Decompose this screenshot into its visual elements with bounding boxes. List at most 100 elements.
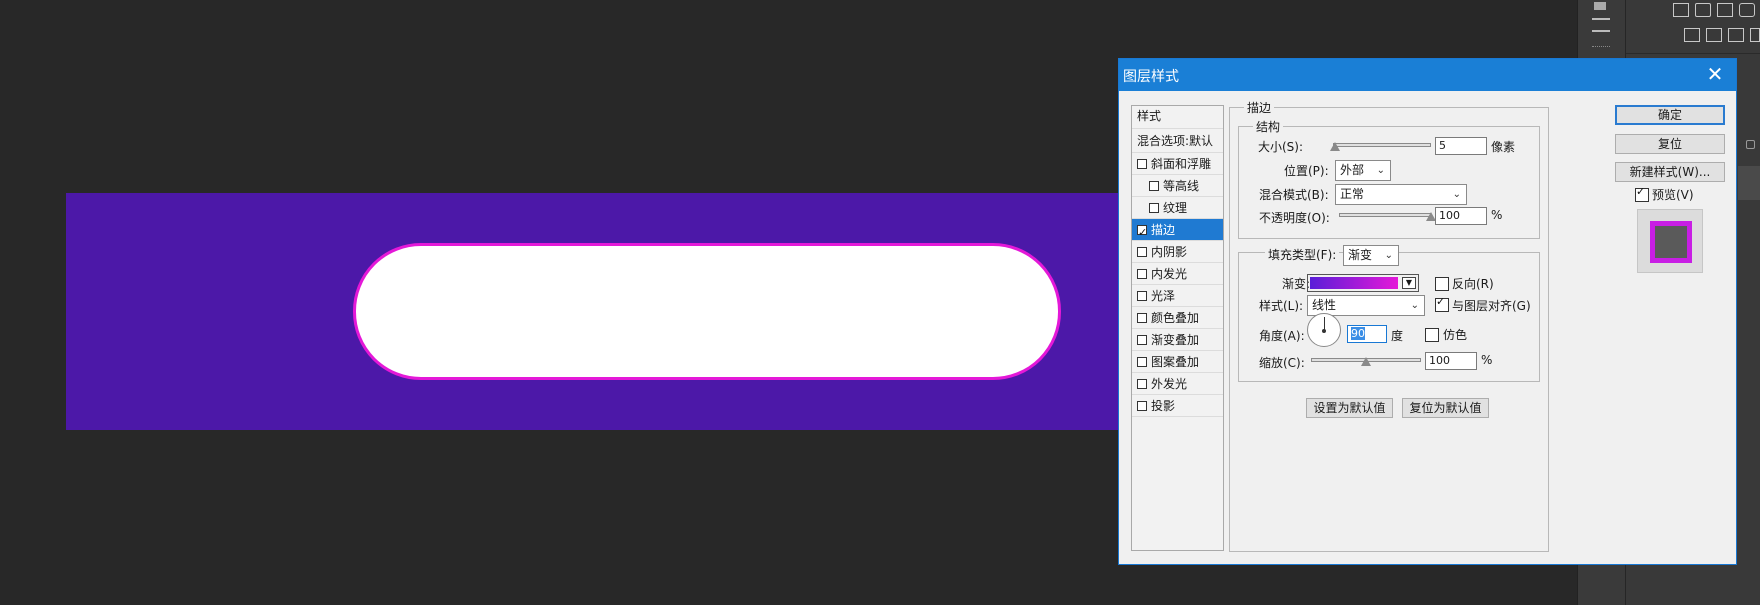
opacity-label: 不透明度(O): xyxy=(1259,211,1330,225)
style-item-label: 光泽 xyxy=(1151,289,1176,303)
blend-mode-select[interactable]: 正常 ⌄ xyxy=(1335,184,1467,205)
new-style-button[interactable]: 新建样式(W)... xyxy=(1615,162,1725,182)
scale-unit: % xyxy=(1481,353,1493,367)
style-item-label: 纹理 xyxy=(1163,201,1188,215)
style-item[interactable]: 内阴影 xyxy=(1132,241,1223,263)
chevron-down-icon: ⌄ xyxy=(1410,300,1419,311)
size-input[interactable]: 5 xyxy=(1435,137,1487,155)
style-item-checkbox[interactable] xyxy=(1137,379,1147,389)
style-item-checkbox[interactable] xyxy=(1137,269,1147,279)
style-item-checkbox[interactable] xyxy=(1137,247,1147,257)
style-item[interactable]: 光泽 xyxy=(1132,285,1223,307)
align-with-layer-checkbox[interactable] xyxy=(1435,295,1449,312)
panel-divider xyxy=(1626,53,1760,54)
dialog-titlebar[interactable]: 图层样式 ✕ xyxy=(1119,59,1736,91)
fill-type-select[interactable]: 渐变 ⌄ xyxy=(1343,245,1399,266)
scale-slider-thumb[interactable] xyxy=(1361,357,1371,366)
dialog-title: 图层样式 xyxy=(1123,69,1179,85)
gradient-label: 渐变: xyxy=(1282,277,1311,291)
style-item-label: 等高线 xyxy=(1163,179,1200,193)
angle-unit: 度 xyxy=(1391,329,1404,343)
reset-default-button[interactable]: 复位为默认值 xyxy=(1402,398,1489,418)
set-default-button[interactable]: 设置为默认值 xyxy=(1306,398,1393,418)
style-list-header[interactable]: 样式 xyxy=(1132,106,1223,129)
opacity-slider-track[interactable] xyxy=(1339,213,1431,217)
preview-checkbox[interactable] xyxy=(1635,185,1649,202)
camera-icon[interactable] xyxy=(1739,3,1755,17)
style-item-checkbox[interactable] xyxy=(1149,203,1159,213)
opacity-unit: % xyxy=(1491,208,1503,222)
size-slider-track[interactable] xyxy=(1333,143,1431,147)
style-item-checkbox[interactable] xyxy=(1137,313,1147,323)
layers-icon[interactable] xyxy=(1673,3,1689,17)
size-slider-thumb[interactable] xyxy=(1329,142,1340,151)
balance-icon[interactable] xyxy=(1695,3,1711,17)
style-item[interactable]: 颜色叠加 xyxy=(1132,307,1223,329)
stroke-section-title: 描边 xyxy=(1244,99,1275,116)
position-select[interactable]: 外部 ⌄ xyxy=(1335,160,1391,181)
adjust-sliders-icon[interactable] xyxy=(1592,18,1610,32)
reset-button[interactable]: 复位 xyxy=(1615,134,1725,154)
style-item[interactable]: 渐变叠加 xyxy=(1132,329,1223,351)
blend-options-item[interactable]: 混合选项:默认 xyxy=(1132,129,1223,153)
style-item[interactable]: 投影 xyxy=(1132,395,1223,417)
layer-row[interactable] xyxy=(1738,166,1760,200)
style-item[interactable]: 描边 xyxy=(1132,219,1223,241)
style-item[interactable]: 图案叠加 xyxy=(1132,351,1223,373)
structure-title: 结构 xyxy=(1253,118,1284,135)
pattern-icon[interactable] xyxy=(1750,28,1760,42)
fill-group: 填充类型(F): 渐变 ⌄ 渐变: ▼ 反向(R) 样式(L): 线性 ⌄ 与图… xyxy=(1238,245,1540,382)
style-item-checkbox[interactable] xyxy=(1137,335,1147,345)
style-item-label: 渐变叠加 xyxy=(1151,333,1200,347)
gradient-map-icon[interactable] xyxy=(1706,28,1722,42)
angle-dial[interactable] xyxy=(1307,313,1341,347)
angle-dial-center xyxy=(1322,329,1326,333)
photo-filter-icon[interactable] xyxy=(1728,28,1744,42)
gradient-picker[interactable]: ▼ xyxy=(1307,274,1419,292)
style-item-checkbox[interactable] xyxy=(1137,222,1147,240)
style-item-checkbox[interactable] xyxy=(1137,357,1147,367)
image-icon[interactable] xyxy=(1684,28,1700,42)
ok-button[interactable]: 确定 xyxy=(1615,105,1725,125)
dither-label: 仿色 xyxy=(1443,328,1468,342)
panel-icon[interactable] xyxy=(1717,3,1733,17)
chevron-down-icon: ⌄ xyxy=(1376,165,1385,176)
grip-icon xyxy=(1592,46,1610,49)
scale-label: 缩放(C): xyxy=(1259,356,1305,370)
blend-mode-value: 正常 xyxy=(1340,187,1365,201)
reverse-checkbox[interactable] xyxy=(1435,277,1449,291)
chevron-down-icon: ⌄ xyxy=(1452,189,1461,200)
style-item-checkbox[interactable] xyxy=(1137,291,1147,301)
style-item-label: 图案叠加 xyxy=(1151,355,1200,369)
angle-label: 角度(A): xyxy=(1259,329,1305,343)
chevron-down-icon: ⌄ xyxy=(1384,250,1393,261)
layer-style-dialog: 图层样式 ✕ 样式 混合选项:默认 斜面和浮雕等高线纹理描边内阴影内发光光泽颜色… xyxy=(1118,58,1737,565)
reverse-label: 反向(R) xyxy=(1452,277,1494,291)
opacity-input[interactable]: 100 xyxy=(1435,207,1487,225)
style-item[interactable]: 外发光 xyxy=(1132,373,1223,395)
style-item[interactable]: 纹理 xyxy=(1132,197,1223,219)
angle-input[interactable]: 90 xyxy=(1347,325,1387,343)
style-item-label: 投影 xyxy=(1151,399,1176,413)
stroke-group: 描边 结构 大小(S): 5 像素 位置(P): 外部 ⌄ 混合模式(B): 正… xyxy=(1229,99,1549,552)
preview-swatch xyxy=(1650,221,1692,263)
style-item[interactable]: 内发光 xyxy=(1132,263,1223,285)
style-item-label: 外发光 xyxy=(1151,377,1188,391)
close-icon[interactable]: ✕ xyxy=(1704,63,1726,85)
style-item-checkbox[interactable] xyxy=(1149,181,1159,191)
lock-icon[interactable] xyxy=(1746,140,1755,149)
style-item-checkbox[interactable] xyxy=(1137,401,1147,411)
size-unit: 像素 xyxy=(1491,140,1516,154)
size-label: 大小(S): xyxy=(1258,140,1304,154)
chevron-down-icon[interactable]: ▼ xyxy=(1402,277,1416,289)
style-item-label: 斜面和浮雕 xyxy=(1151,157,1212,171)
style-item-label: 颜色叠加 xyxy=(1151,311,1200,325)
dither-checkbox[interactable] xyxy=(1425,328,1439,342)
style-item-label: 描边 xyxy=(1151,223,1176,237)
style-item[interactable]: 斜面和浮雕 xyxy=(1132,153,1223,175)
scale-input[interactable]: 100 xyxy=(1425,352,1477,370)
style-list: 样式 混合选项:默认 斜面和浮雕等高线纹理描边内阴影内发光光泽颜色叠加渐变叠加图… xyxy=(1131,105,1224,551)
panel-tool-icon[interactable] xyxy=(1594,2,1606,10)
style-item[interactable]: 等高线 xyxy=(1132,175,1223,197)
style-item-checkbox[interactable] xyxy=(1137,159,1147,169)
